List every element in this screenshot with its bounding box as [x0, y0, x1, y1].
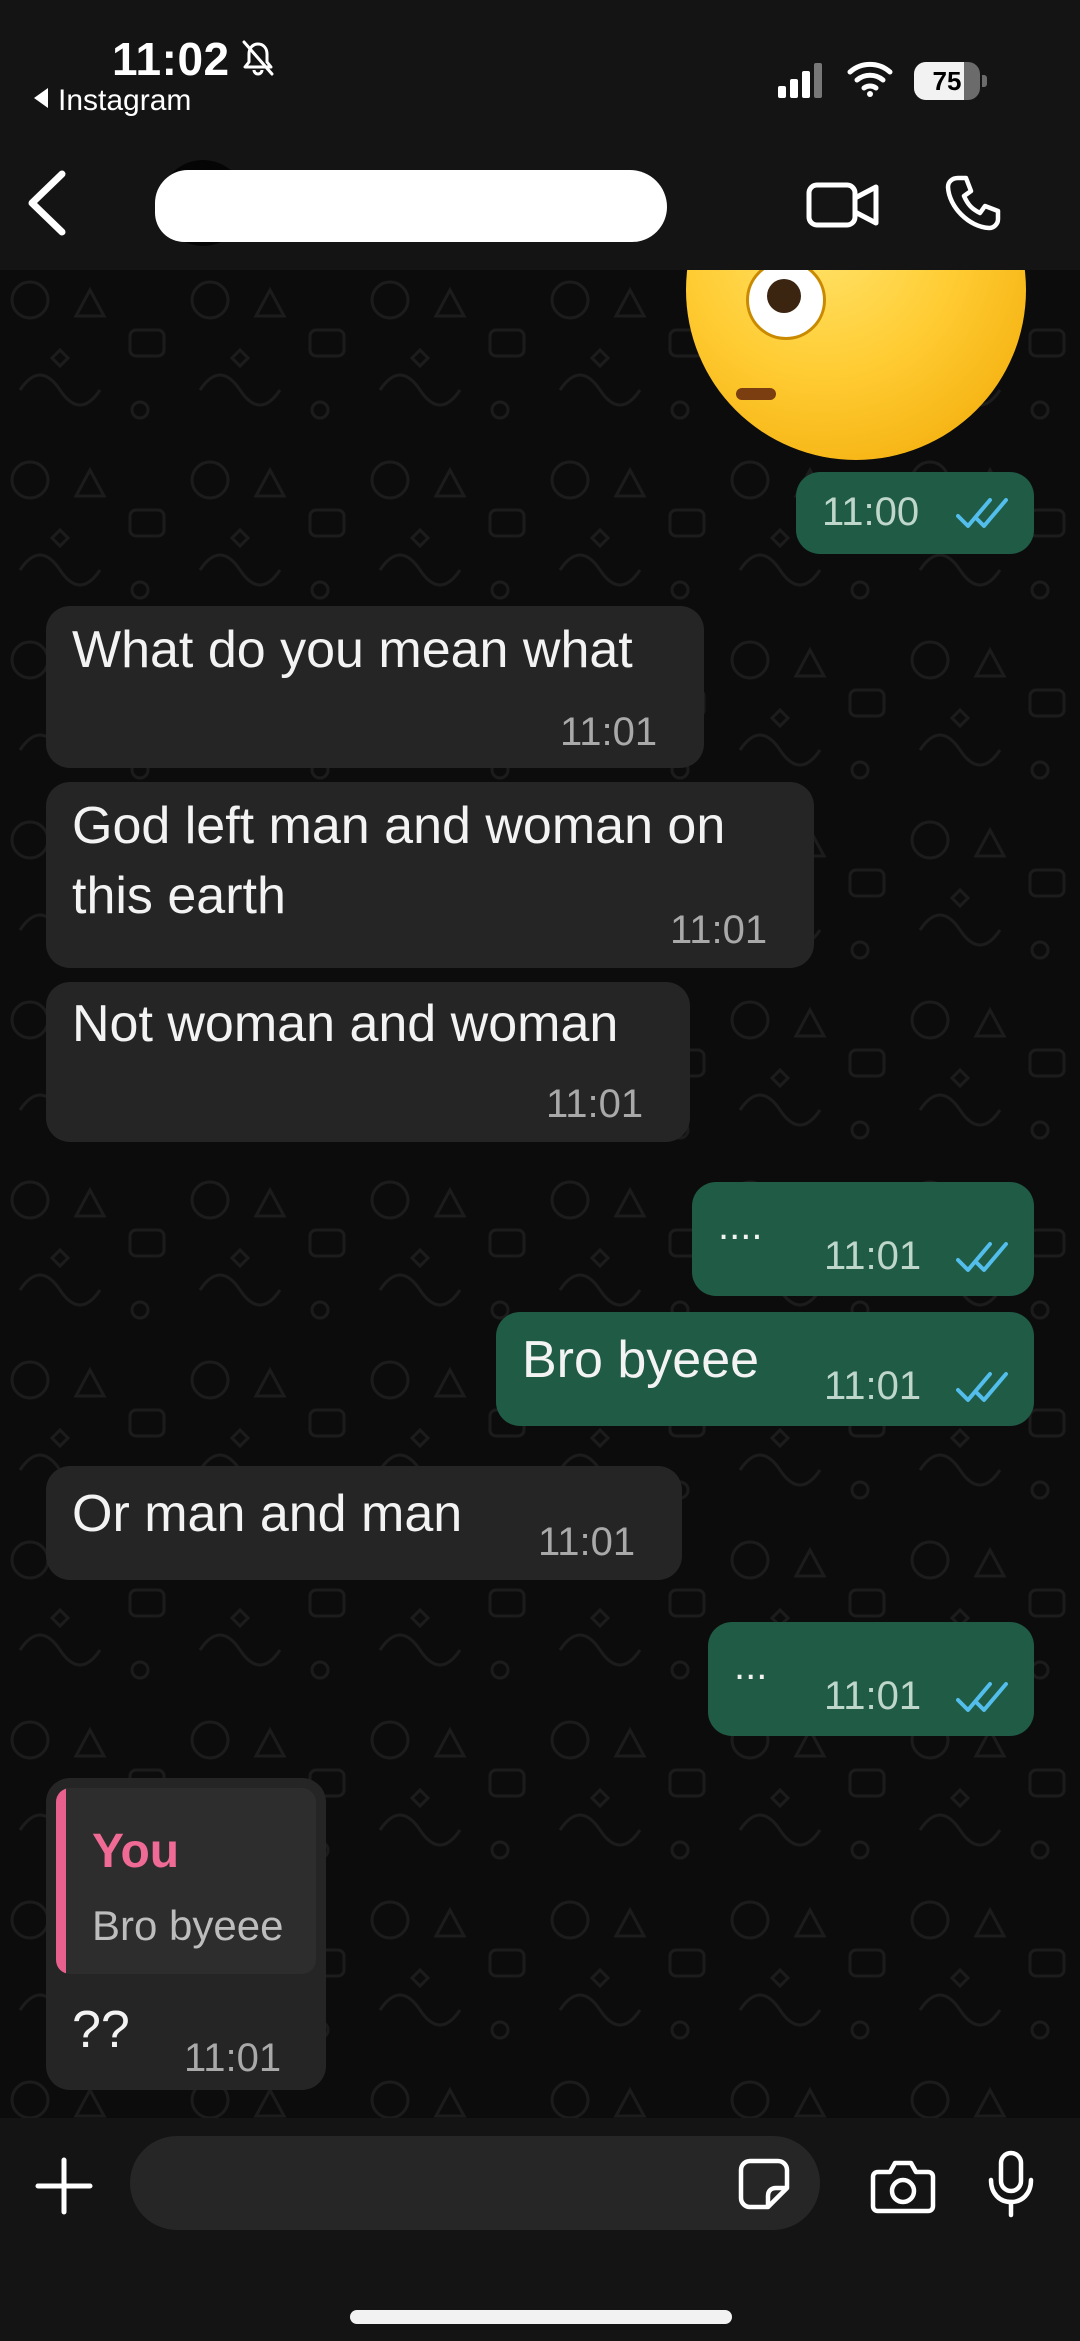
read-receipt-icon	[956, 1682, 1008, 1712]
read-receipt-icon	[956, 1242, 1008, 1272]
emoji-pupil	[767, 279, 801, 313]
voice-call-icon[interactable]	[944, 174, 1002, 232]
battery-tip	[982, 75, 987, 87]
message-time: 11:01	[824, 1364, 922, 1408]
incoming-message[interactable]: God left man and woman on this earth 11:…	[46, 782, 814, 968]
incoming-message[interactable]: What do you mean what 11:01	[46, 606, 704, 768]
status-bar: 11:02 Instagram 75	[0, 0, 1080, 130]
message-text: ....	[718, 1204, 763, 1248]
sticker-icon[interactable]	[738, 2158, 790, 2210]
quoted-message[interactable]: You Bro byeee	[56, 1788, 316, 1974]
message-text: What do you mean what	[72, 621, 633, 679]
back-app-label: Instagram	[58, 84, 192, 117]
chat-header	[0, 130, 1080, 270]
status-time: 11:02	[112, 33, 230, 85]
outgoing-message[interactable]: ... 11:01	[708, 1622, 1034, 1736]
message-text: ...	[734, 1644, 768, 1688]
plus-icon[interactable]	[34, 2156, 94, 2216]
back-triangle-icon	[34, 88, 48, 108]
back-chevron-icon[interactable]	[22, 168, 72, 238]
home-indicator[interactable]	[350, 2310, 732, 2324]
incoming-reply-message[interactable]: You Bro byeee ?? 11:01	[46, 1778, 326, 2090]
message-text: Not woman and woman	[72, 995, 619, 1053]
message-text-line: this earth	[72, 867, 286, 925]
message-input[interactable]	[130, 2136, 820, 2230]
message-time: 11:01	[824, 1674, 922, 1718]
read-receipt-icon	[956, 498, 1008, 528]
incoming-message[interactable]: Or man and man 11:01	[46, 1466, 682, 1580]
message-time: 11:01	[184, 2036, 282, 2080]
microphone-icon[interactable]	[986, 2150, 1036, 2218]
chat-messages[interactable]: 11:00 What do you mean what 11:01 God le…	[0, 270, 1080, 2118]
video-call-icon[interactable]	[806, 180, 880, 230]
battery-percent: 75	[932, 66, 962, 96]
mute-bell-icon	[242, 40, 274, 76]
emoji-eye	[746, 270, 826, 340]
back-to-app-link[interactable]: Instagram	[34, 84, 191, 118]
message-text: Bro byeee	[522, 1331, 760, 1389]
message-text: Or man and man	[72, 1485, 463, 1543]
message-time: 11:01	[824, 1234, 922, 1278]
message-time: 11:01	[670, 908, 768, 952]
emoji-mouth	[736, 388, 776, 400]
outgoing-message[interactable]: Bro byeee 11:01	[496, 1312, 1034, 1426]
contact-name[interactable]	[155, 170, 667, 242]
quote-accent-bar	[56, 1788, 66, 1974]
signal-icon	[778, 63, 822, 98]
read-receipt-icon	[956, 1372, 1008, 1402]
message-text-line: God left man and woman on	[72, 797, 726, 855]
message-time: 11:01	[546, 1082, 644, 1126]
battery-icon: 75	[914, 62, 988, 100]
outgoing-message[interactable]: .... 11:01	[692, 1182, 1034, 1296]
battery-body: 75	[914, 62, 980, 100]
quote-text: Bro byeee	[92, 1902, 284, 1949]
composer-bar	[0, 2118, 1080, 2341]
wifi-icon	[847, 61, 893, 97]
camera-icon[interactable]	[870, 2158, 936, 2214]
message-time: 11:01	[560, 710, 658, 754]
quote-author: You	[92, 1825, 180, 1878]
outgoing-message[interactable]: 11:00	[796, 472, 1034, 554]
message-time: 11:00	[822, 490, 920, 534]
message-time: 11:01	[538, 1520, 636, 1564]
incoming-message[interactable]: Not woman and woman 11:01	[46, 982, 690, 1142]
message-text: ??	[72, 2001, 130, 2059]
